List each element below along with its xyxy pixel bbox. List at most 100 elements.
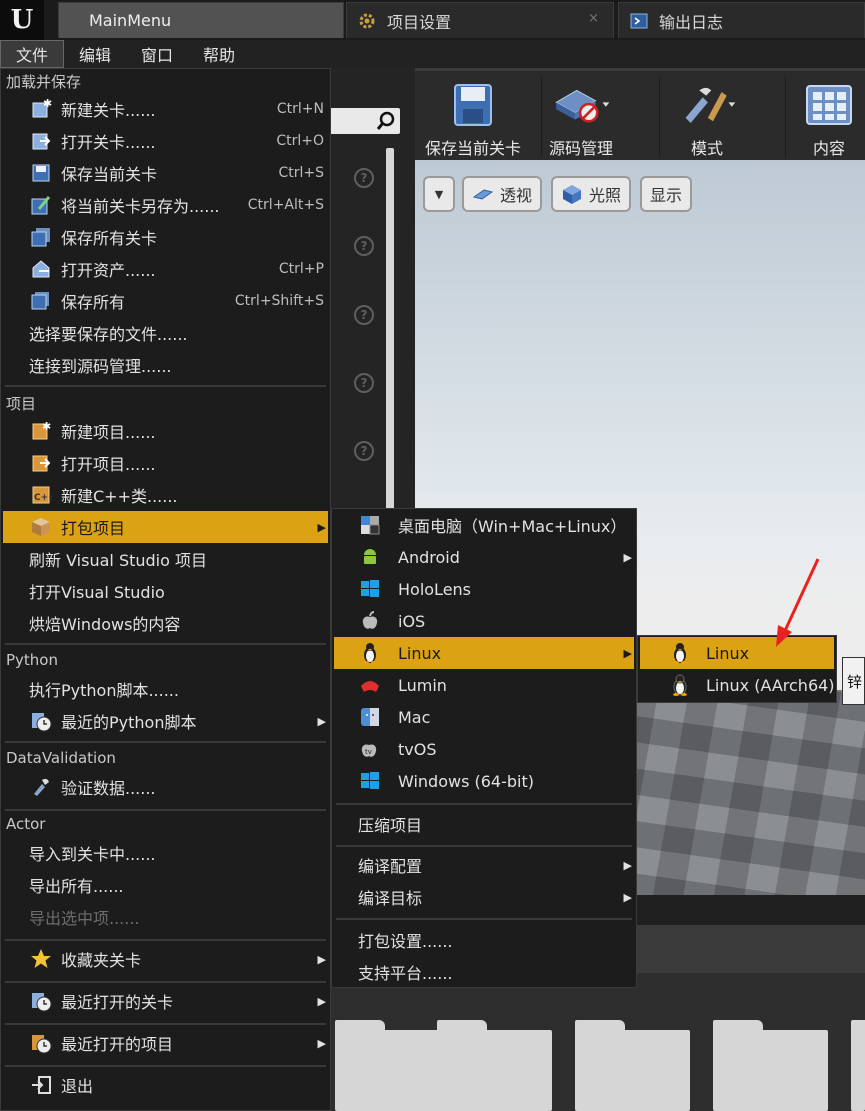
section-header: 项目 xyxy=(6,395,37,413)
platform-windows-64[interactable]: Windows (64-bit) xyxy=(334,765,634,797)
menu-item-label: 刷新 Visual Studio 项目 xyxy=(29,551,207,570)
menu-item-label: 支持平台...... xyxy=(358,964,453,983)
menu-item-import-into-level[interactable]: 导入到关卡中...... xyxy=(3,837,328,869)
windows-icon xyxy=(358,769,382,793)
menu-item-compress-project[interactable]: 压缩项目 xyxy=(334,808,634,840)
folder-icon[interactable] xyxy=(335,1020,450,1111)
apple-icon xyxy=(358,609,382,633)
source-control-button[interactable]: 源码管理 xyxy=(549,71,613,163)
menu-item-open-visual-studio[interactable]: 打开Visual Studio xyxy=(3,575,328,607)
help-icon[interactable]: ? xyxy=(354,236,374,256)
menu-item-supported-platforms[interactable]: 支持平台...... xyxy=(334,956,634,988)
menu-item-open-project[interactable]: 打开项目...... xyxy=(3,447,328,479)
platform-mac[interactable]: Mac xyxy=(334,701,634,733)
perspective-button[interactable]: 透视 xyxy=(462,176,543,212)
menu-item-open-asset[interactable]: 打开资产...... Ctrl+P xyxy=(3,253,328,285)
search-icon[interactable] xyxy=(374,110,398,132)
menu-item-label: 打开资产...... xyxy=(61,261,156,280)
menu-item-new-level[interactable]: ✱ 新建关卡...... Ctrl+N xyxy=(3,93,328,125)
help-icon[interactable]: ? xyxy=(354,168,374,188)
folder-icon[interactable] xyxy=(437,1020,552,1111)
content-button[interactable]: 内容 xyxy=(799,71,859,163)
menu-item-label: 打包项目 xyxy=(61,519,126,538)
modes-button[interactable]: 模式 xyxy=(677,71,737,163)
divider xyxy=(5,981,326,983)
menu-edit[interactable]: 编辑 xyxy=(64,40,126,68)
menu-item-recent-python[interactable]: 最近的Python脚本 ▶ xyxy=(3,705,328,737)
platform-android[interactable]: Android ▶ xyxy=(334,541,634,573)
new-project-icon: ✱ xyxy=(29,419,53,443)
help-icon[interactable]: ? xyxy=(354,441,374,461)
divider xyxy=(5,809,326,811)
submenu-arrow-icon: ▶ xyxy=(317,714,326,728)
menu-item-save-all[interactable]: 保存所有 Ctrl+Shift+S xyxy=(3,285,328,317)
toolbar-label: 内容 xyxy=(812,139,845,158)
star-icon xyxy=(29,947,53,971)
menu-item-build-target[interactable]: 编译目标 ▶ xyxy=(334,881,634,913)
menu-item-connect-source-control[interactable]: 连接到源码管理...... xyxy=(3,349,328,381)
menu-file[interactable]: 文件 xyxy=(0,40,65,68)
close-icon[interactable]: × xyxy=(588,11,599,26)
menu-item-label: 将当前关卡另存为...... xyxy=(61,197,220,216)
linux-target-aarch64[interactable]: Linux (AArch64) xyxy=(640,669,835,701)
help-icon[interactable]: ? xyxy=(354,305,374,325)
perspective-icon xyxy=(472,187,494,201)
menu-bar: 文件 编辑 窗口 帮助 xyxy=(0,40,865,68)
platform-tvos[interactable]: tv tvOS xyxy=(334,733,634,765)
open-project-icon xyxy=(29,451,53,475)
menu-item-package-project[interactable]: 打包项目 ▶ xyxy=(3,511,328,543)
submenu-arrow-icon: ▶ xyxy=(623,646,632,660)
save-current-level-button[interactable]: 保存当前关卡 xyxy=(425,71,521,163)
platform-lumin[interactable]: Lumin xyxy=(334,669,634,701)
menu-item-favorite-levels[interactable]: 收藏夹关卡 ▶ xyxy=(3,943,328,975)
menu-item-open-level[interactable]: 打开关卡...... Ctrl+O xyxy=(3,125,328,157)
menu-item-recent-projects[interactable]: 最近打开的项目 ▶ xyxy=(3,1027,328,1059)
new-level-icon: ✱ xyxy=(29,97,53,121)
menu-item-execute-python[interactable]: 执行Python脚本...... xyxy=(3,673,328,705)
menu-item-save-as[interactable]: 将当前关卡另存为...... Ctrl+Alt+S xyxy=(3,189,328,221)
linux-icon xyxy=(668,641,692,665)
tab-project-settings[interactable]: 项目设置 × xyxy=(346,2,614,38)
tab-output-log[interactable]: 输出日志 xyxy=(618,2,865,38)
show-button[interactable]: 显示 xyxy=(640,176,693,212)
platform-label: Windows (64-bit) xyxy=(398,771,534,791)
menu-item-new-cpp-class[interactable]: C++ 新建C++类...... xyxy=(3,479,328,511)
submenu-arrow-icon: ▶ xyxy=(317,1036,326,1050)
perspective-label: 透视 xyxy=(500,186,533,205)
menu-item-refresh-vs-project[interactable]: 刷新 Visual Studio 项目 xyxy=(3,543,328,575)
lighting-button[interactable]: 光照 xyxy=(551,176,632,212)
platform-linux[interactable]: Linux ▶ xyxy=(334,637,634,669)
menu-help[interactable]: 帮助 xyxy=(188,40,250,68)
menu-item-build-config[interactable]: 编译配置 ▶ xyxy=(334,849,634,881)
folder-icon[interactable] xyxy=(575,1020,690,1111)
platform-label: Android xyxy=(398,547,460,567)
platform-ios[interactable]: iOS xyxy=(334,605,634,637)
menu-item-save-all-levels[interactable]: 保存所有关卡 xyxy=(3,221,328,253)
menu-item-validate-data[interactable]: 验证数据...... xyxy=(3,771,328,803)
platform-desktop[interactable]: 桌面电脑（Win+Mac+Linux） xyxy=(334,509,634,541)
menu-item-package-settings[interactable]: 打包设置...... xyxy=(334,924,634,956)
unreal-logo-icon[interactable]: U xyxy=(0,0,44,40)
divider xyxy=(5,939,326,941)
folder-icon[interactable] xyxy=(851,1020,865,1111)
platform-hololens[interactable]: HoloLens xyxy=(334,573,634,605)
toolbar-label: 源码管理 xyxy=(549,139,614,158)
tab-mainmenu[interactable]: MainMenu xyxy=(58,2,344,38)
menu-item-exit[interactable]: 退出 xyxy=(3,1069,328,1101)
submenu-arrow-icon: ▶ xyxy=(623,858,632,872)
menu-item-choose-files-to-save[interactable]: 选择要保存的文件...... xyxy=(3,317,328,349)
help-icon[interactable]: ? xyxy=(354,373,374,393)
scrollbar[interactable] xyxy=(386,148,394,548)
menu-item-new-project[interactable]: ✱ 新建项目...... xyxy=(3,415,328,447)
menu-item-save-current-level[interactable]: 保存当前关卡 Ctrl+S xyxy=(3,157,328,189)
menu-item-recent-levels[interactable]: 最近打开的关卡 ▶ xyxy=(3,985,328,1017)
folder-icon[interactable] xyxy=(713,1020,828,1111)
menu-item-export-all[interactable]: 导出所有...... xyxy=(3,869,328,901)
menu-item-label: 打开Visual Studio xyxy=(29,583,165,602)
menu-window[interactable]: 窗口 xyxy=(126,40,188,68)
lumin-icon xyxy=(358,673,382,697)
section-header: Python xyxy=(6,651,58,669)
menu-item-cook-windows[interactable]: 烘焙Windows的内容 xyxy=(3,607,328,639)
menu-item-label: 编译配置 xyxy=(358,857,423,876)
viewport-options-dropdown[interactable]: ▼ xyxy=(423,176,455,212)
